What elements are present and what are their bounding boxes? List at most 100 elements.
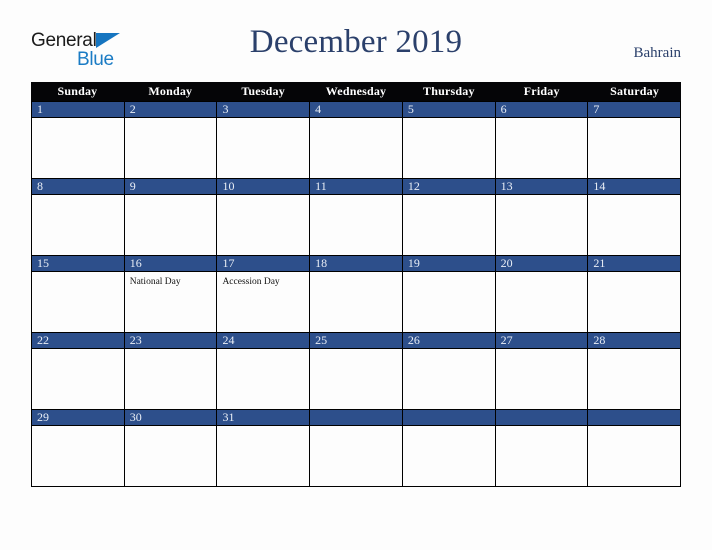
day-number-band: 23 xyxy=(124,332,217,349)
day-number: 15 xyxy=(37,256,49,270)
day-cell[interactable]: 6 xyxy=(495,101,589,178)
day-number: 2 xyxy=(129,102,136,116)
day-number: 19 xyxy=(407,256,420,270)
day-number: 1 xyxy=(37,102,43,116)
day-number: 16 xyxy=(129,256,142,270)
day-body xyxy=(496,426,588,486)
day-cell[interactable]: 21 xyxy=(588,255,682,332)
day-number-band: 24 xyxy=(217,332,310,349)
day-number-band: 16 xyxy=(124,255,217,272)
day-cell[interactable]: 14 xyxy=(588,178,682,255)
calendar-page: General Blue December 2019 Bahrain Sunda… xyxy=(0,0,712,550)
day-number-band: 3 xyxy=(217,101,310,118)
day-body: Accession Day xyxy=(217,272,309,332)
day-cell[interactable]: 5 xyxy=(402,101,496,178)
day-number-band xyxy=(310,409,402,426)
day-body xyxy=(217,426,309,486)
day-cell[interactable]: 2 xyxy=(124,101,218,178)
weekday-monday: Monday xyxy=(148,84,193,98)
day-number-band: 12 xyxy=(402,178,495,195)
day-body xyxy=(588,195,680,255)
day-number-band: 18 xyxy=(310,255,402,272)
day-cell[interactable]: 24 xyxy=(217,332,311,409)
day-number: 30 xyxy=(129,410,142,424)
day-number: 10 xyxy=(222,179,235,193)
day-cell[interactable]: 12 xyxy=(402,178,496,255)
day-number: 31 xyxy=(222,410,235,424)
day-cell[interactable] xyxy=(402,409,496,486)
day-cell[interactable]: 20 xyxy=(495,255,589,332)
day-number: 11 xyxy=(315,179,327,193)
day-body xyxy=(403,195,495,255)
day-number: 5 xyxy=(407,102,414,116)
day-body xyxy=(310,426,402,486)
day-cell[interactable]: 18 xyxy=(310,255,403,332)
day-number-band xyxy=(588,409,681,426)
day-cell[interactable]: 27 xyxy=(495,332,589,409)
day-cell[interactable] xyxy=(310,409,403,486)
day-cell[interactable]: 1 xyxy=(32,101,125,178)
day-number-band: 25 xyxy=(310,332,402,349)
day-cell[interactable]: 30 xyxy=(124,409,218,486)
day-cell[interactable]: 10 xyxy=(217,178,311,255)
day-cell[interactable]: 4 xyxy=(310,101,403,178)
day-number-band: 14 xyxy=(588,178,681,195)
day-number-band: 10 xyxy=(217,178,310,195)
day-cell[interactable]: 9 xyxy=(124,178,218,255)
day-cell[interactable]: 29 xyxy=(32,409,125,486)
day-number-band: 6 xyxy=(495,101,588,118)
day-number-band: 17 xyxy=(217,255,310,272)
day-body xyxy=(310,195,402,255)
day-cell[interactable]: 31 xyxy=(217,409,311,486)
day-number-band: 31 xyxy=(217,409,310,426)
day-number-band: 5 xyxy=(402,101,495,118)
day-body xyxy=(310,349,402,409)
day-cell[interactable]: 26 xyxy=(402,332,496,409)
day-number: 25 xyxy=(315,333,328,347)
day-cell[interactable]: 3 xyxy=(217,101,311,178)
day-cell[interactable]: 19 xyxy=(402,255,496,332)
day-number-band: 27 xyxy=(495,332,588,349)
day-number: 28 xyxy=(593,333,606,347)
day-number: 13 xyxy=(500,179,513,193)
day-number-band: 9 xyxy=(124,178,217,195)
day-cell[interactable]: 13 xyxy=(495,178,589,255)
day-cell[interactable]: 17 Accession Day xyxy=(217,255,311,332)
day-body xyxy=(403,118,495,178)
day-cell[interactable]: 28 xyxy=(588,332,682,409)
page-header: General Blue December 2019 Bahrain xyxy=(0,0,712,82)
day-cell[interactable]: 15 xyxy=(32,255,125,332)
day-body xyxy=(125,349,217,409)
day-body xyxy=(403,426,495,486)
day-cell[interactable]: 22 xyxy=(32,332,125,409)
day-number-band: 19 xyxy=(402,255,495,272)
day-number-band: 15 xyxy=(32,255,124,272)
day-event: Accession Day xyxy=(222,277,280,287)
calendar-week-row: 1 2 3 4 5 6 7 xyxy=(32,101,682,178)
day-number-band xyxy=(402,409,495,426)
day-cell[interactable]: 7 xyxy=(588,101,682,178)
day-number-band: 29 xyxy=(32,409,124,426)
calendar-week-row: 29 30 31 xyxy=(32,409,682,486)
day-cell[interactable]: 8 xyxy=(32,178,125,255)
day-cell[interactable]: 16 National Day xyxy=(124,255,218,332)
day-body xyxy=(496,349,588,409)
day-body xyxy=(32,426,124,486)
day-body xyxy=(125,426,217,486)
day-body xyxy=(310,118,402,178)
day-cell[interactable]: 23 xyxy=(124,332,218,409)
day-cell[interactable] xyxy=(495,409,589,486)
weekday-sunday: Sunday xyxy=(57,84,98,98)
day-number: 12 xyxy=(407,179,420,193)
day-event: National Day xyxy=(129,277,181,287)
day-number-band: 8 xyxy=(32,178,124,195)
day-cell[interactable]: 11 xyxy=(310,178,403,255)
day-number: 4 xyxy=(315,102,322,116)
weekday-thursday: Thursday xyxy=(423,84,475,98)
day-body xyxy=(217,118,309,178)
day-body xyxy=(403,349,495,409)
day-number: 29 xyxy=(37,410,49,424)
day-number: 18 xyxy=(315,256,328,270)
day-cell[interactable] xyxy=(588,409,682,486)
day-cell[interactable]: 25 xyxy=(310,332,403,409)
